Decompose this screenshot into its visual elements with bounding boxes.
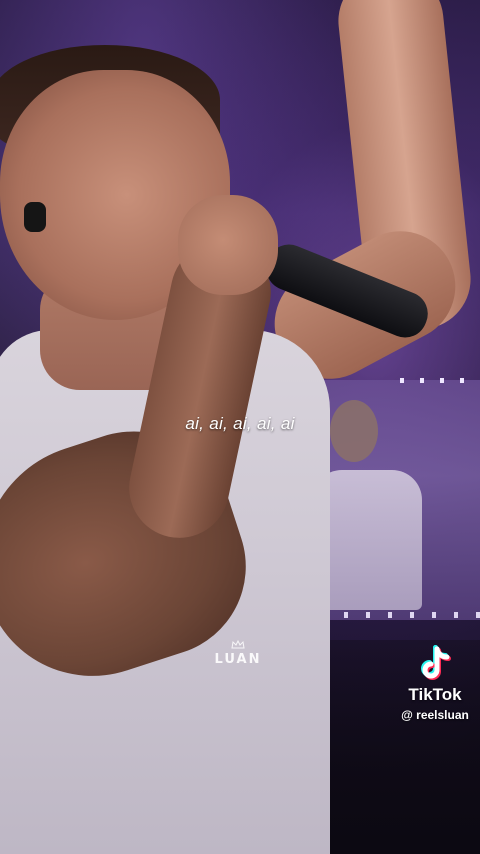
tiktok-watermark: TikTok @ reelsluan xyxy=(392,645,478,722)
tiktok-note-icon xyxy=(417,645,453,683)
hand xyxy=(178,195,278,295)
tiktok-handle[interactable]: @ reelsluan xyxy=(392,708,478,722)
in-ear-monitor xyxy=(24,202,46,232)
video-frame[interactable]: ai, ai, ai, ai, ai LUAN TikTok @ reelslu… xyxy=(0,0,480,854)
luan-logo-text: LUAN xyxy=(214,652,262,667)
lyrics-caption: ai, ai, ai, ai, ai xyxy=(185,414,295,433)
tiktok-brand: TikTok xyxy=(408,685,462,704)
stage-lights-top xyxy=(400,378,480,383)
crown-icon xyxy=(206,639,270,652)
luan-watermark: LUAN xyxy=(206,639,270,667)
